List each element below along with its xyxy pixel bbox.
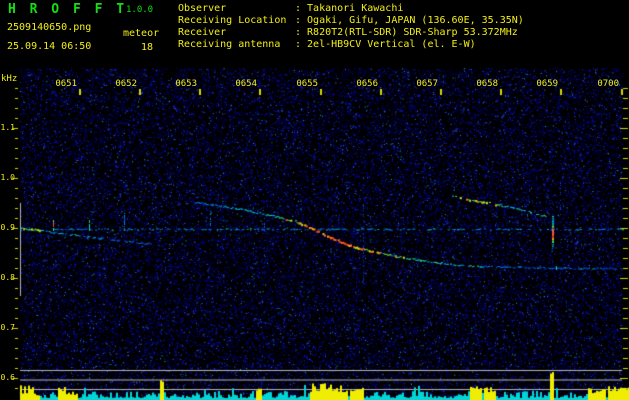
freq-tick-label: 1.0 [0, 173, 15, 182]
station-info-block: Observer: Takanori Kawachi Receiving Loca… [178, 4, 524, 52]
time-tick-label: 0652 [115, 79, 137, 89]
spectrogram-canvas [0, 0, 629, 400]
datetime-label: 25.09.14 06:50 [7, 41, 92, 52]
freq-tick-label: 1.1 [0, 123, 15, 132]
hrofft-window: H R O F F T 1.0.0 2509140650.png meteor … [0, 0, 629, 400]
info-row: Receiving antenna: 2el-HB9CV Vertical (e… [178, 39, 476, 50]
freq-tick-label: 0.9 [0, 223, 15, 232]
freq-axis-unit-label: kHz [1, 74, 18, 84]
time-tick-label: 0655 [296, 79, 318, 89]
time-tick-label: 0653 [175, 79, 197, 89]
time-tick-label: 0700 [597, 79, 619, 89]
freq-tick-label: 0.6 [0, 373, 15, 382]
time-tick-label: 0659 [536, 79, 558, 89]
info-label: Receiver [178, 27, 227, 38]
app-version: 1.0.0 [126, 5, 154, 15]
time-tick-label: 0654 [235, 79, 257, 89]
freq-tick-label: 0.7 [0, 323, 15, 332]
echo-count: 18 [141, 42, 154, 53]
freq-tick-label: 0.8 [0, 273, 15, 282]
time-tick-label: 0658 [476, 79, 498, 89]
output-filename: 2509140650.png [7, 22, 92, 33]
info-label: Receiving Location [178, 15, 287, 26]
time-tick-label: 0657 [416, 79, 438, 89]
time-tick-label: 0651 [55, 79, 77, 89]
info-label: Receiving antenna [178, 39, 281, 50]
app-title: H R O F F T [8, 2, 128, 17]
mode-label: meteor [123, 28, 160, 39]
time-tick-label: 0656 [356, 79, 378, 89]
info-label: Observer [178, 3, 227, 14]
